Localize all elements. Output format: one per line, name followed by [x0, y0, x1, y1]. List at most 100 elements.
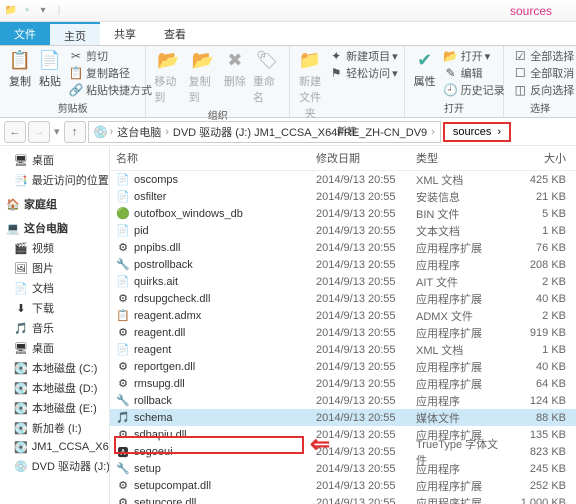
file-icon: 📄 — [116, 343, 130, 357]
file-row[interactable]: 🎵schema2014/9/13 20:55媒体文件88 KB — [110, 409, 576, 426]
copy-button[interactable]: 📋复制 — [8, 48, 32, 89]
file-date: 2014/9/13 20:55 — [316, 480, 416, 492]
file-row[interactable]: 🔧setup2014/9/13 20:55应用程序245 KB — [110, 460, 576, 477]
file-row[interactable]: 🅰segoeui2014/9/13 20:55TrueType 字体文件823 … — [110, 443, 576, 460]
file-row[interactable]: 📄quirks.ait2014/9/13 20:55AIT 文件2 KB — [110, 273, 576, 290]
col-date[interactable]: 修改日期 — [316, 150, 416, 166]
tab-file[interactable]: 文件 — [0, 22, 50, 45]
col-name[interactable]: 名称 — [116, 150, 316, 166]
props-icon: ✔ — [413, 48, 437, 72]
qat-props-icon[interactable]: ▾ — [36, 4, 50, 18]
crumb-thispc[interactable]: 这台电脑 — [114, 124, 164, 140]
video-icon: 🎬 — [14, 241, 28, 255]
nav-dvd[interactable]: 💿DVD 驱动器 (J:) — [0, 456, 109, 476]
drive-icon: 💽 — [14, 361, 28, 375]
file-row[interactable]: ⚙setupcore.dll2014/9/13 20:55应用程序扩展1,000… — [110, 494, 576, 504]
selectnone-button[interactable]: ☐全部取消 — [512, 65, 574, 81]
nav-video[interactable]: 🎬视频 — [0, 238, 109, 258]
nav-desktop2[interactable]: 🖥桌面 — [0, 338, 109, 358]
file-row[interactable]: 🟢outofbox_windows_db2014/9/13 20:55BIN 文… — [110, 205, 576, 222]
col-type[interactable]: 类型 — [416, 150, 506, 166]
file-name: schema — [134, 412, 173, 424]
nav-thispc[interactable]: 💻这台电脑 — [0, 218, 109, 238]
file-row[interactable]: ⚙reportgen.dll2014/9/13 20:55应用程序扩展40 KB — [110, 358, 576, 375]
file-size: 208 KB — [506, 259, 566, 271]
file-row[interactable]: 📄osfilter2014/9/13 20:55安装信息21 KB — [110, 188, 576, 205]
copyto-button[interactable]: 📂复制到 — [189, 48, 217, 105]
crumb-sources[interactable]: sources — [453, 126, 492, 138]
file-type: 文本文档 — [416, 223, 506, 239]
tab-view[interactable]: 查看 — [150, 22, 200, 45]
file-row[interactable]: 📄pid2014/9/13 20:55文本文档1 KB — [110, 222, 576, 239]
file-row[interactable]: ⚙rdsupgcheck.dll2014/9/13 20:55应用程序扩展40 … — [110, 290, 576, 307]
file-row[interactable]: 🔧rollback2014/9/13 20:55应用程序124 KB — [110, 392, 576, 409]
file-row[interactable]: 🔧postrollback2014/9/13 20:55应用程序208 KB — [110, 256, 576, 273]
nav-recent[interactable]: 📑最近访问的位置 — [0, 170, 109, 190]
qat-new-icon[interactable]: ▫ — [20, 4, 34, 18]
paste-button[interactable]: 📄粘贴 — [38, 48, 62, 89]
nav-downloads[interactable]: ⬇下载 — [0, 298, 109, 318]
up-button[interactable]: ↑ — [64, 121, 86, 143]
nav-localc[interactable]: 💽本地磁盘 (C:) — [0, 358, 109, 378]
cut-icon: ✂ — [68, 49, 84, 63]
nav-homegroup[interactable]: 🏠家庭组 — [0, 194, 109, 214]
group-open: ✔属性 📂打开 ▾ ✎编辑 🕘历史记录 打开 — [405, 46, 505, 117]
file-row[interactable]: ⚙rmsupg.dll2014/9/13 20:55应用程序扩展64 KB — [110, 375, 576, 392]
cut-button[interactable]: ✂剪切 — [68, 48, 152, 64]
tab-share[interactable]: 共享 — [100, 22, 150, 45]
forward-button[interactable]: → — [28, 121, 50, 143]
nav-newvol[interactable]: 💽新加卷 (I:) — [0, 418, 109, 438]
col-size[interactable]: 大小 — [506, 150, 566, 166]
nav-pane: 🖥桌面 📑最近访问的位置 🏠家庭组 💻这台电脑 🎬视频 🖼图片 📄文档 ⬇下载 … — [0, 146, 110, 504]
copypath-icon: 📋 — [68, 66, 84, 80]
file-size: 2 KB — [506, 276, 566, 288]
delete-icon: ✖ — [223, 48, 247, 72]
file-row[interactable]: 📄oscomps2014/9/13 20:55XML 文档425 KB — [110, 171, 576, 188]
selectinvert-button[interactable]: ◫反向选择 — [512, 82, 574, 98]
tab-home[interactable]: 主页 — [50, 22, 100, 45]
nav-locale[interactable]: 💽本地磁盘 (E:) — [0, 398, 109, 418]
easyaccess-icon: ⚑ — [328, 66, 344, 80]
breadcrumb[interactable]: 💿 › 这台电脑› DVD 驱动器 (J:) JM1_CCSA_X64FRE_Z… — [88, 121, 441, 143]
history-button[interactable]: 🕘历史记录 — [443, 82, 505, 98]
nav-pictures[interactable]: 🖼图片 — [0, 258, 109, 278]
open-button[interactable]: 📂打开 ▾ — [443, 48, 505, 64]
nav-jm1[interactable]: 💽JM1_CCSA_X6 ( — [0, 438, 109, 456]
moveto-button[interactable]: 📂移动到 — [154, 48, 182, 105]
organize-group-label: 组织 — [154, 105, 281, 122]
file-date: 2014/9/13 20:55 — [316, 361, 416, 373]
crumb-dvd[interactable]: DVD 驱动器 (J:) JM1_CCSA_X64FRE_ZH-CN_DV9 — [170, 124, 430, 140]
title-bar: 📁 ▫ ▾ | sources — [0, 0, 576, 22]
file-row[interactable]: 📄reagent2014/9/13 20:55XML 文档1 KB — [110, 341, 576, 358]
file-icon: 📄 — [116, 190, 130, 204]
group-organize: 📂移动到 📂复制到 ✖删除 🏷重命名 组织 — [146, 46, 290, 117]
file-icon: 🟢 — [116, 207, 130, 221]
back-button[interactable]: ← — [4, 121, 26, 143]
rename-button[interactable]: 🏷重命名 — [253, 48, 281, 105]
pastesc-button[interactable]: 🔗粘贴快捷方式 — [68, 82, 152, 98]
file-date: 2014/9/13 20:55 — [316, 497, 416, 504]
edit-button[interactable]: ✎编辑 — [443, 65, 505, 81]
nav-desktop[interactable]: 🖥桌面 — [0, 150, 109, 170]
newfolder-button[interactable]: 📁新建 文件夹 — [298, 48, 322, 121]
copypath-button[interactable]: 📋复制路径 — [68, 65, 152, 81]
delete-button[interactable]: ✖删除 — [223, 48, 247, 89]
edit-icon: ✎ — [443, 66, 459, 80]
nav-documents[interactable]: 📄文档 — [0, 278, 109, 298]
easyaccess-button[interactable]: ⚑轻松访问 ▾ — [328, 65, 398, 81]
props-button[interactable]: ✔属性 — [413, 48, 437, 89]
copy-label: 复制 — [9, 73, 31, 89]
main-area: 🖥桌面 📑最近访问的位置 🏠家庭组 💻这台电脑 🎬视频 🖼图片 📄文档 ⬇下载 … — [0, 146, 576, 504]
file-row[interactable]: ⚙sdbapiu.dll2014/9/13 20:55应用程序扩展135 KB — [110, 426, 576, 443]
file-row[interactable]: ⚙setupcompat.dll2014/9/13 20:55应用程序扩展252… — [110, 477, 576, 494]
newitem-icon: ✦ — [328, 49, 344, 63]
file-row[interactable]: ⚙pnpibs.dll2014/9/13 20:55应用程序扩展76 KB — [110, 239, 576, 256]
file-row[interactable]: ⚙reagent.dll2014/9/13 20:55应用程序扩展919 KB — [110, 324, 576, 341]
newitem-button[interactable]: ✦新建项目 ▾ — [328, 48, 398, 64]
nav-locald[interactable]: 💽本地磁盘 (D:) — [0, 378, 109, 398]
selectall-button[interactable]: ☑全部选择 — [512, 48, 574, 64]
recent-dropdown-icon[interactable]: ▾ — [52, 125, 62, 138]
file-row[interactable]: 📋reagent.admx2014/9/13 20:55ADMX 文件2 KB — [110, 307, 576, 324]
file-type: 应用程序 — [416, 257, 506, 273]
nav-music[interactable]: 🎵音乐 — [0, 318, 109, 338]
